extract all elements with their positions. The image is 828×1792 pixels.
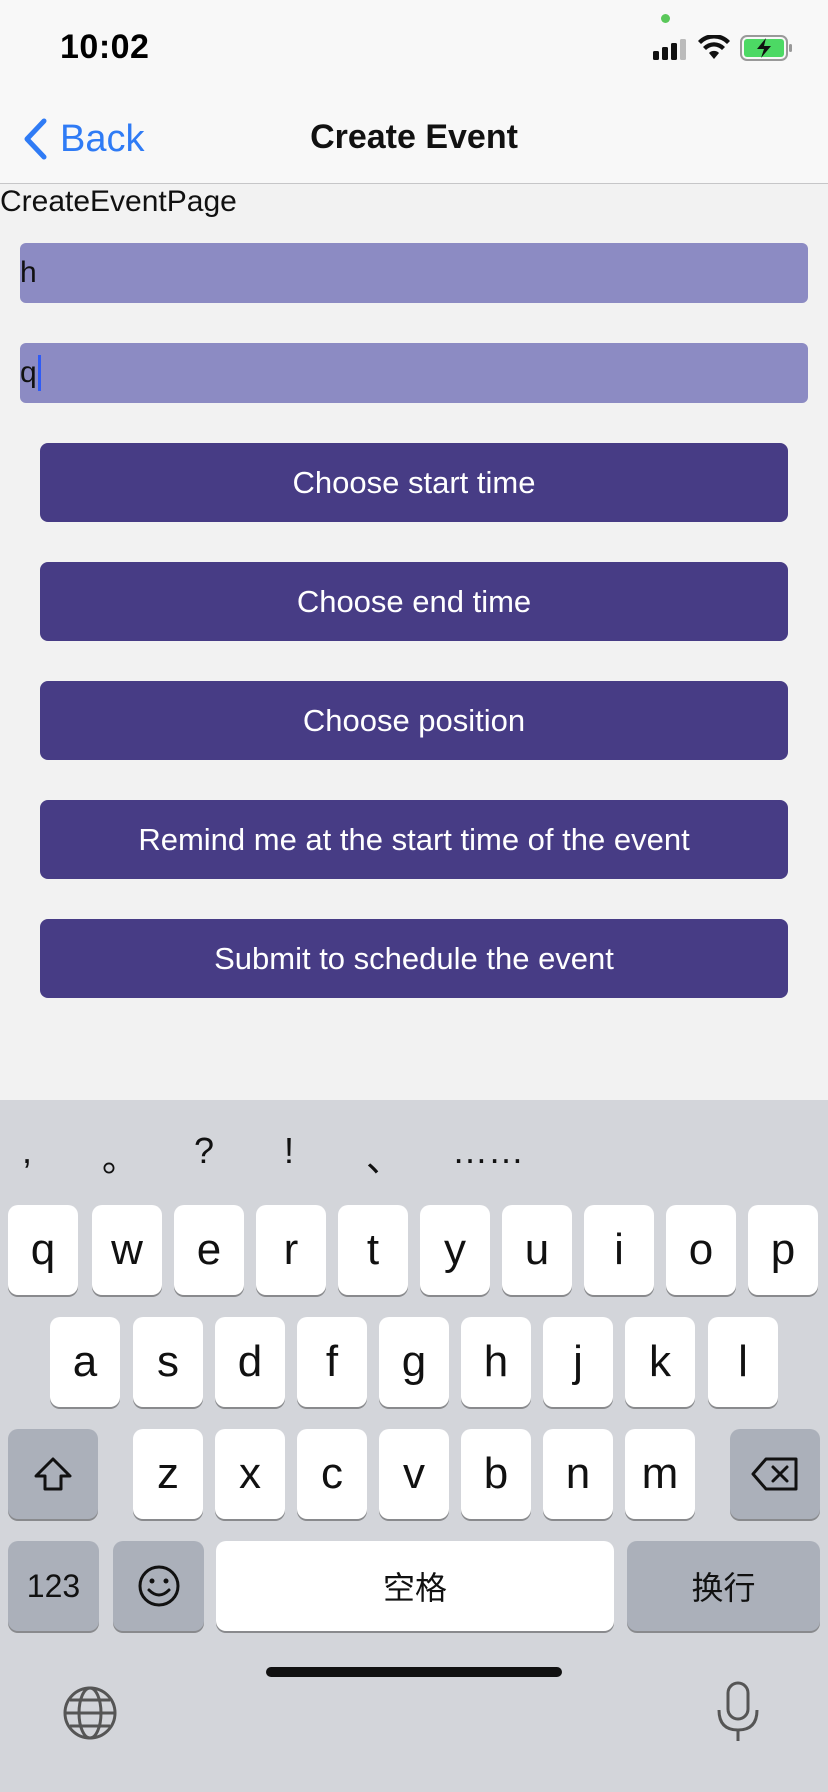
key-n[interactable]: n [543, 1429, 613, 1519]
key-k[interactable]: k [625, 1317, 695, 1407]
event-title-input[interactable]: h [20, 243, 808, 303]
keyboard: , 。 ? ! 、 …… q w e r t y u i o p a s d f… [0, 1100, 828, 1792]
event-title-value: h [20, 256, 37, 289]
choose-end-time-button[interactable]: Choose end time [40, 562, 788, 641]
punct-question[interactable]: ? [194, 1130, 214, 1172]
numbers-key[interactable]: 123 [8, 1541, 99, 1631]
key-l[interactable]: l [708, 1317, 778, 1407]
shift-icon [34, 1457, 72, 1491]
battery-charging-icon [740, 35, 792, 61]
key-z[interactable]: z [133, 1429, 203, 1519]
key-u[interactable]: u [502, 1205, 572, 1295]
key-h[interactable]: h [461, 1317, 531, 1407]
remind-at-start-button[interactable]: Remind me at the start time of the event [40, 800, 788, 879]
status-bar: 10:02 [0, 0, 828, 94]
punct-exclamation[interactable]: ! [284, 1130, 294, 1172]
cellular-signal-icon [653, 39, 686, 60]
key-r[interactable]: r [256, 1205, 326, 1295]
punctuation-suggestion-row: , 。 ? ! 、 …… [0, 1130, 828, 1190]
punct-ellipsis[interactable]: …… [452, 1130, 524, 1172]
page-title: Create Event [310, 118, 518, 156]
return-key[interactable]: 换行 [627, 1541, 820, 1631]
key-g[interactable]: g [379, 1317, 449, 1407]
wifi-icon [698, 35, 730, 59]
globe-icon[interactable] [62, 1685, 118, 1741]
page-label: CreateEventPage [0, 185, 237, 218]
key-w[interactable]: w [92, 1205, 162, 1295]
event-description-input[interactable]: q [20, 343, 808, 403]
key-b[interactable]: b [461, 1429, 531, 1519]
screen: 10:02 Back Create Event CreateEventPage … [0, 0, 828, 1792]
key-m[interactable]: m [625, 1429, 695, 1519]
key-j[interactable]: j [543, 1317, 613, 1407]
home-indicator [266, 1667, 562, 1677]
key-i[interactable]: i [584, 1205, 654, 1295]
key-v[interactable]: v [379, 1429, 449, 1519]
mic-indicator-dot [661, 14, 670, 23]
navigation-bar: Back Create Event [0, 94, 828, 184]
punct-period[interactable]: 。 [102, 1130, 138, 1182]
emoji-key[interactable] [113, 1541, 204, 1631]
key-x[interactable]: x [215, 1429, 285, 1519]
key-d[interactable]: d [215, 1317, 285, 1407]
event-description-value: q [20, 356, 37, 389]
delete-key[interactable] [730, 1429, 820, 1519]
submit-event-button[interactable]: Submit to schedule the event [40, 919, 788, 998]
microphone-icon[interactable] [714, 1680, 762, 1744]
punct-comma[interactable]: , [22, 1130, 32, 1172]
key-t[interactable]: t [338, 1205, 408, 1295]
key-c[interactable]: c [297, 1429, 367, 1519]
key-q[interactable]: q [8, 1205, 78, 1295]
choose-start-time-button[interactable]: Choose start time [40, 443, 788, 522]
key-e[interactable]: e [174, 1205, 244, 1295]
key-a[interactable]: a [50, 1317, 120, 1407]
key-o[interactable]: o [666, 1205, 736, 1295]
key-s[interactable]: s [133, 1317, 203, 1407]
emoji-icon [138, 1565, 179, 1607]
backspace-icon [751, 1457, 798, 1491]
choose-position-button[interactable]: Choose position [40, 681, 788, 760]
space-key[interactable]: 空格 [216, 1541, 614, 1631]
key-p[interactable]: p [748, 1205, 818, 1295]
text-caret [37, 355, 41, 391]
shift-key[interactable] [8, 1429, 98, 1519]
punct-enum-comma[interactable]: 、 [366, 1130, 402, 1182]
status-time: 10:02 [60, 28, 150, 66]
key-f[interactable]: f [297, 1317, 367, 1407]
key-y[interactable]: y [420, 1205, 490, 1295]
